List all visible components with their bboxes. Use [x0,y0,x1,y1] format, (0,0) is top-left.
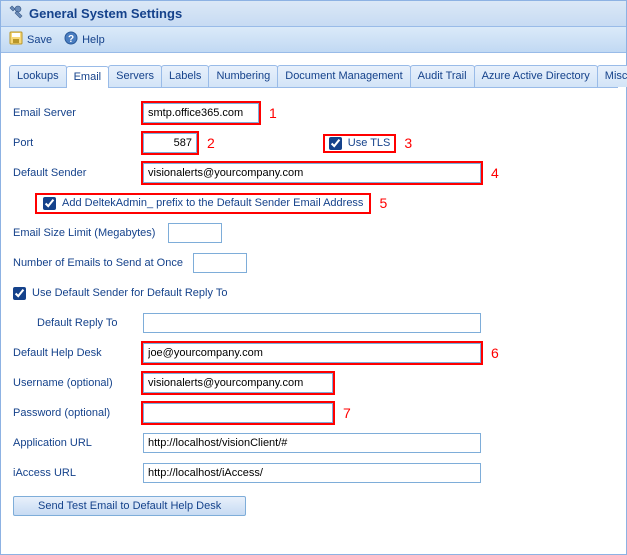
tab-labels[interactable]: Labels [161,65,209,87]
body: Lookups Email Servers Labels Numbering D… [1,53,626,554]
svg-text:?: ? [68,34,74,45]
default-reply-to-label: Default Reply To [37,317,143,329]
iaccess-url-label: iAccess URL [13,467,143,479]
tab-doc-mgmt[interactable]: Document Management [277,65,410,87]
use-tls-group: Use TLS [325,136,395,151]
tab-servers[interactable]: Servers [108,65,162,87]
email-size-limit-label: Email Size Limit (Megabytes) [13,227,168,239]
username-label: Username (optional) [13,377,143,389]
annotation-6: 6 [491,345,499,361]
tab-azure-ad[interactable]: Azure Active Directory [474,65,598,87]
tab-strip: Lookups Email Servers Labels Numbering D… [9,65,618,88]
default-help-desk-label: Default Help Desk [13,347,143,359]
help-label: Help [82,34,105,46]
use-default-reply-checkbox[interactable] [13,287,26,300]
annotation-2: 2 [207,135,215,151]
save-icon [9,31,23,48]
save-label: Save [27,34,52,46]
help-button[interactable]: ? Help [64,31,105,48]
email-size-limit-input[interactable] [168,223,222,243]
add-prefix-group: Add DeltekAdmin_ prefix to the Default S… [37,195,369,212]
use-tls-checkbox[interactable] [329,137,342,150]
num-emails-input[interactable] [193,253,247,273]
save-button[interactable]: Save [9,31,52,48]
password-label: Password (optional) [13,407,143,419]
tools-icon [9,5,23,22]
annotation-7: 7 [343,405,351,421]
tab-email[interactable]: Email [66,66,110,88]
default-sender-label: Default Sender [13,167,143,179]
port-label: Port [13,137,143,149]
default-sender-input[interactable] [143,163,481,183]
use-tls-label: Use TLS [348,137,391,149]
app-url-input[interactable] [143,433,481,453]
tab-numbering[interactable]: Numbering [208,65,278,87]
password-input[interactable] [143,403,333,423]
num-emails-label: Number of Emails to Send at Once [13,257,193,269]
tab-lookups[interactable]: Lookups [9,65,67,87]
tab-audit[interactable]: Audit Trail [410,65,475,87]
help-icon: ? [64,31,78,48]
add-prefix-checkbox[interactable] [43,197,56,210]
annotation-5: 5 [379,195,387,211]
settings-window: General System Settings Save ? Help Look… [0,0,627,555]
annotation-1: 1 [269,105,277,121]
default-reply-to-input[interactable] [143,313,481,333]
add-prefix-label: Add DeltekAdmin_ prefix to the Default S… [62,197,363,209]
username-input[interactable] [143,373,333,393]
window-title: General System Settings [29,6,182,21]
titlebar: General System Settings [1,1,626,27]
app-url-label: Application URL [13,437,143,449]
iaccess-url-input[interactable] [143,463,481,483]
toolbar: Save ? Help [1,27,626,53]
send-test-email-button[interactable]: Send Test Email to Default Help Desk [13,496,246,516]
use-default-reply-label: Use Default Sender for Default Reply To [32,287,227,299]
annotation-3: 3 [404,135,412,151]
annotation-4: 4 [491,165,499,181]
email-form: Email Server 1 Port 2 Use TLS 3 Default … [9,98,618,520]
email-server-label: Email Server [13,107,143,119]
email-server-input[interactable] [143,103,259,123]
default-help-desk-input[interactable] [143,343,481,363]
port-input[interactable] [143,133,197,153]
tab-misc[interactable]: Miscellaneous [597,65,627,87]
